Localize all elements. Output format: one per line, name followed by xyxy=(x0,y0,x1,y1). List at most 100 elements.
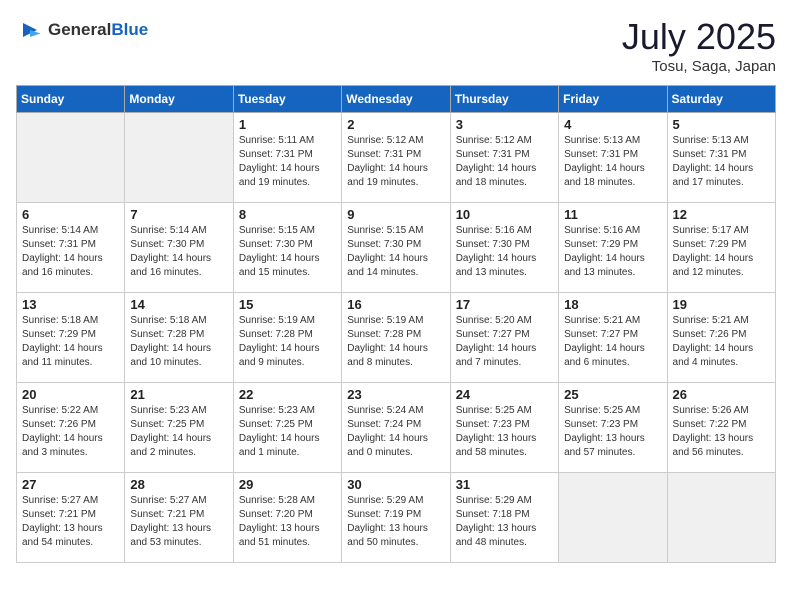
cell-sunrise: Sunrise: 5:22 AM xyxy=(22,405,98,416)
calendar-cell: 30 Sunrise: 5:29 AM Sunset: 7:19 PM Dayl… xyxy=(342,473,450,563)
cell-sunset: Sunset: 7:25 PM xyxy=(130,419,204,430)
cell-sunrise: Sunrise: 5:13 AM xyxy=(564,135,640,146)
calendar-cell: 19 Sunrise: 5:21 AM Sunset: 7:26 PM Dayl… xyxy=(667,293,775,383)
cell-sunrise: Sunrise: 5:23 AM xyxy=(130,405,206,416)
calendar-cell xyxy=(125,113,233,203)
cell-sunset: Sunset: 7:30 PM xyxy=(130,239,204,250)
calendar-cell: 22 Sunrise: 5:23 AM Sunset: 7:25 PM Dayl… xyxy=(233,383,341,473)
cell-daylight: Daylight: 14 hours and 8 minutes. xyxy=(347,343,428,368)
cell-sunrise: Sunrise: 5:19 AM xyxy=(239,315,315,326)
cell-daylight: Daylight: 14 hours and 19 minutes. xyxy=(239,163,320,188)
day-number: 7 xyxy=(130,207,227,222)
cell-sunset: Sunset: 7:29 PM xyxy=(22,329,96,340)
day-number: 27 xyxy=(22,477,119,492)
day-number: 14 xyxy=(130,297,227,312)
cell-sunset: Sunset: 7:21 PM xyxy=(130,509,204,520)
location-title: Tosu, Saga, Japan xyxy=(622,58,776,75)
day-number: 31 xyxy=(456,477,553,492)
cell-sunset: Sunset: 7:26 PM xyxy=(22,419,96,430)
cell-daylight: Daylight: 14 hours and 19 minutes. xyxy=(347,163,428,188)
calendar-week-2: 6 Sunrise: 5:14 AM Sunset: 7:31 PM Dayli… xyxy=(17,203,776,293)
cell-sunset: Sunset: 7:23 PM xyxy=(456,419,530,430)
calendar-week-1: 1 Sunrise: 5:11 AM Sunset: 7:31 PM Dayli… xyxy=(17,113,776,203)
cell-sunrise: Sunrise: 5:29 AM xyxy=(347,495,423,506)
cell-sunrise: Sunrise: 5:24 AM xyxy=(347,405,423,416)
cell-sunset: Sunset: 7:21 PM xyxy=(22,509,96,520)
calendar-week-4: 20 Sunrise: 5:22 AM Sunset: 7:26 PM Dayl… xyxy=(17,383,776,473)
calendar-cell: 21 Sunrise: 5:23 AM Sunset: 7:25 PM Dayl… xyxy=(125,383,233,473)
logo-icon xyxy=(16,16,44,44)
logo: GeneralBlue xyxy=(16,16,148,44)
cell-daylight: Daylight: 13 hours and 57 minutes. xyxy=(564,433,645,458)
cell-sunrise: Sunrise: 5:25 AM xyxy=(456,405,532,416)
calendar-cell: 3 Sunrise: 5:12 AM Sunset: 7:31 PM Dayli… xyxy=(450,113,558,203)
cell-daylight: Daylight: 14 hours and 18 minutes. xyxy=(456,163,537,188)
calendar-cell xyxy=(17,113,125,203)
calendar-cell: 4 Sunrise: 5:13 AM Sunset: 7:31 PM Dayli… xyxy=(559,113,667,203)
calendar-week-3: 13 Sunrise: 5:18 AM Sunset: 7:29 PM Dayl… xyxy=(17,293,776,383)
cell-sunset: Sunset: 7:27 PM xyxy=(456,329,530,340)
day-number: 8 xyxy=(239,207,336,222)
calendar-cell: 25 Sunrise: 5:25 AM Sunset: 7:23 PM Dayl… xyxy=(559,383,667,473)
cell-daylight: Daylight: 13 hours and 54 minutes. xyxy=(22,523,103,548)
cell-sunrise: Sunrise: 5:21 AM xyxy=(564,315,640,326)
day-number: 28 xyxy=(130,477,227,492)
cell-sunrise: Sunrise: 5:20 AM xyxy=(456,315,532,326)
calendar-week-5: 27 Sunrise: 5:27 AM Sunset: 7:21 PM Dayl… xyxy=(17,473,776,563)
calendar-cell: 1 Sunrise: 5:11 AM Sunset: 7:31 PM Dayli… xyxy=(233,113,341,203)
cell-sunset: Sunset: 7:28 PM xyxy=(239,329,313,340)
cell-sunrise: Sunrise: 5:14 AM xyxy=(22,225,98,236)
cell-sunset: Sunset: 7:24 PM xyxy=(347,419,421,430)
cell-sunrise: Sunrise: 5:23 AM xyxy=(239,405,315,416)
cell-sunrise: Sunrise: 5:21 AM xyxy=(673,315,749,326)
cell-sunset: Sunset: 7:25 PM xyxy=(239,419,313,430)
cell-daylight: Daylight: 14 hours and 12 minutes. xyxy=(673,253,754,278)
cell-daylight: Daylight: 14 hours and 17 minutes. xyxy=(673,163,754,188)
day-number: 13 xyxy=(22,297,119,312)
cell-sunrise: Sunrise: 5:26 AM xyxy=(673,405,749,416)
weekday-header-monday: Monday xyxy=(125,86,233,113)
cell-sunset: Sunset: 7:31 PM xyxy=(456,149,530,160)
cell-daylight: Daylight: 13 hours and 50 minutes. xyxy=(347,523,428,548)
day-number: 24 xyxy=(456,387,553,402)
cell-daylight: Daylight: 14 hours and 10 minutes. xyxy=(130,343,211,368)
cell-sunset: Sunset: 7:28 PM xyxy=(347,329,421,340)
day-number: 6 xyxy=(22,207,119,222)
day-number: 22 xyxy=(239,387,336,402)
cell-daylight: Daylight: 14 hours and 16 minutes. xyxy=(130,253,211,278)
day-number: 20 xyxy=(22,387,119,402)
cell-sunset: Sunset: 7:22 PM xyxy=(673,419,747,430)
day-number: 25 xyxy=(564,387,661,402)
weekday-header-tuesday: Tuesday xyxy=(233,86,341,113)
cell-daylight: Daylight: 14 hours and 0 minutes. xyxy=(347,433,428,458)
cell-sunrise: Sunrise: 5:29 AM xyxy=(456,495,532,506)
cell-sunset: Sunset: 7:30 PM xyxy=(239,239,313,250)
cell-sunset: Sunset: 7:18 PM xyxy=(456,509,530,520)
cell-sunset: Sunset: 7:30 PM xyxy=(456,239,530,250)
cell-sunrise: Sunrise: 5:14 AM xyxy=(130,225,206,236)
calendar-table: SundayMondayTuesdayWednesdayThursdayFrid… xyxy=(16,85,776,563)
cell-sunset: Sunset: 7:31 PM xyxy=(22,239,96,250)
day-number: 17 xyxy=(456,297,553,312)
calendar-cell: 23 Sunrise: 5:24 AM Sunset: 7:24 PM Dayl… xyxy=(342,383,450,473)
header: GeneralBlue July 2025 Tosu, Saga, Japan xyxy=(16,16,776,75)
cell-sunrise: Sunrise: 5:18 AM xyxy=(22,315,98,326)
day-number: 19 xyxy=(673,297,770,312)
calendar-cell: 10 Sunrise: 5:16 AM Sunset: 7:30 PM Dayl… xyxy=(450,203,558,293)
calendar-cell: 15 Sunrise: 5:19 AM Sunset: 7:28 PM Dayl… xyxy=(233,293,341,383)
weekday-header-sunday: Sunday xyxy=(17,86,125,113)
title-area: July 2025 Tosu, Saga, Japan xyxy=(622,16,776,75)
weekday-header-row: SundayMondayTuesdayWednesdayThursdayFrid… xyxy=(17,86,776,113)
calendar-cell: 16 Sunrise: 5:19 AM Sunset: 7:28 PM Dayl… xyxy=(342,293,450,383)
day-number: 29 xyxy=(239,477,336,492)
weekday-header-wednesday: Wednesday xyxy=(342,86,450,113)
cell-sunrise: Sunrise: 5:13 AM xyxy=(673,135,749,146)
calendar-cell: 18 Sunrise: 5:21 AM Sunset: 7:27 PM Dayl… xyxy=(559,293,667,383)
calendar-cell: 2 Sunrise: 5:12 AM Sunset: 7:31 PM Dayli… xyxy=(342,113,450,203)
cell-sunrise: Sunrise: 5:27 AM xyxy=(22,495,98,506)
cell-sunrise: Sunrise: 5:17 AM xyxy=(673,225,749,236)
cell-sunset: Sunset: 7:31 PM xyxy=(347,149,421,160)
day-number: 4 xyxy=(564,117,661,132)
day-number: 16 xyxy=(347,297,444,312)
cell-sunset: Sunset: 7:26 PM xyxy=(673,329,747,340)
